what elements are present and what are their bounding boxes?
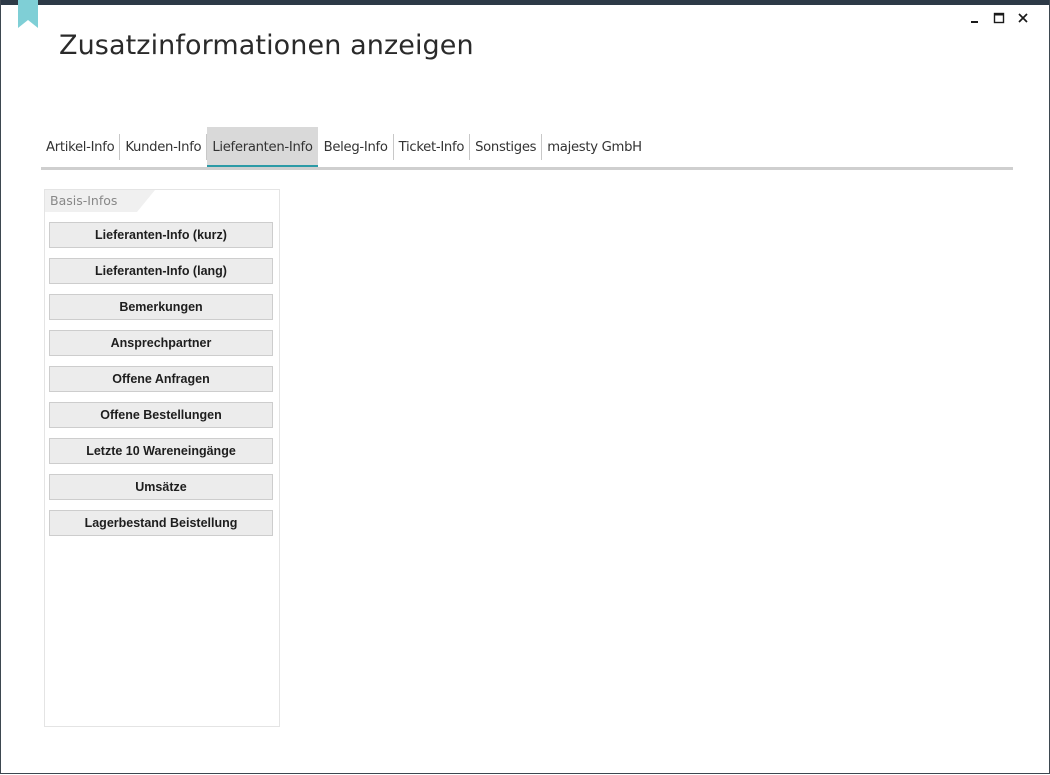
tab-kunden-info[interactable]: Kunden-Info xyxy=(120,127,206,167)
bookmark-icon xyxy=(18,0,38,30)
tab-label: Sonstiges xyxy=(475,139,537,155)
ansprechpartner-button[interactable]: Ansprechpartner xyxy=(49,330,273,356)
window-controls xyxy=(963,8,1035,28)
panel-header: Basis-Infos xyxy=(45,190,155,212)
window: Zusatzinformationen anzeigen Artikel-Inf… xyxy=(0,0,1050,774)
tab-label: majesty GmbH xyxy=(547,139,642,155)
tab-majesty-gmbh[interactable]: majesty GmbH xyxy=(542,127,647,167)
tab-artikel-info[interactable]: Artikel-Info xyxy=(41,127,119,167)
minimize-button[interactable] xyxy=(963,8,987,28)
letzte-wareneingaenge-button[interactable]: Letzte 10 Wareneingänge xyxy=(49,438,273,464)
tab-underline xyxy=(41,167,1013,170)
tab-list: Artikel-Info Kunden-Info Lieferanten-Inf… xyxy=(41,127,1013,168)
close-icon xyxy=(1017,12,1029,24)
close-button[interactable] xyxy=(1011,8,1035,28)
tab-label: Ticket-Info xyxy=(398,139,465,155)
lieferanten-info-lang-button[interactable]: Lieferanten-Info (lang) xyxy=(49,258,273,284)
tab-ticket-info[interactable]: Ticket-Info xyxy=(394,127,469,167)
tab-lieferanten-info[interactable]: Lieferanten-Info xyxy=(207,127,318,168)
tab-label: Lieferanten-Info xyxy=(212,139,313,155)
maximize-icon xyxy=(993,12,1005,24)
umsaetze-button[interactable]: Umsätze xyxy=(49,474,273,500)
offene-bestellungen-button[interactable]: Offene Bestellungen xyxy=(49,402,273,428)
tab-label: Artikel-Info xyxy=(46,139,115,155)
offene-anfragen-button[interactable]: Offene Anfragen xyxy=(49,366,273,392)
maximize-button[interactable] xyxy=(987,8,1011,28)
tab-bar: Artikel-Info Kunden-Info Lieferanten-Inf… xyxy=(41,127,1013,171)
panel-header-label: Basis-Infos xyxy=(50,193,118,208)
tab-beleg-info[interactable]: Beleg-Info xyxy=(319,127,393,167)
minimize-icon xyxy=(969,12,981,24)
tab-label: Beleg-Info xyxy=(323,139,388,155)
window-title: Zusatzinformationen anzeigen xyxy=(59,30,474,61)
lagerbestand-beistellung-button[interactable]: Lagerbestand Beistellung xyxy=(49,510,273,536)
tab-sonstiges[interactable]: Sonstiges xyxy=(470,127,541,167)
panel-button-list: Lieferanten-Info (kurz) Lieferanten-Info… xyxy=(49,222,273,546)
window-top-strip xyxy=(1,0,1049,5)
lieferanten-info-kurz-button[interactable]: Lieferanten-Info (kurz) xyxy=(49,222,273,248)
bemerkungen-button[interactable]: Bemerkungen xyxy=(49,294,273,320)
basis-infos-panel: Basis-Infos Lieferanten-Info (kurz) Lief… xyxy=(44,189,280,727)
tab-label: Kunden-Info xyxy=(125,139,202,155)
